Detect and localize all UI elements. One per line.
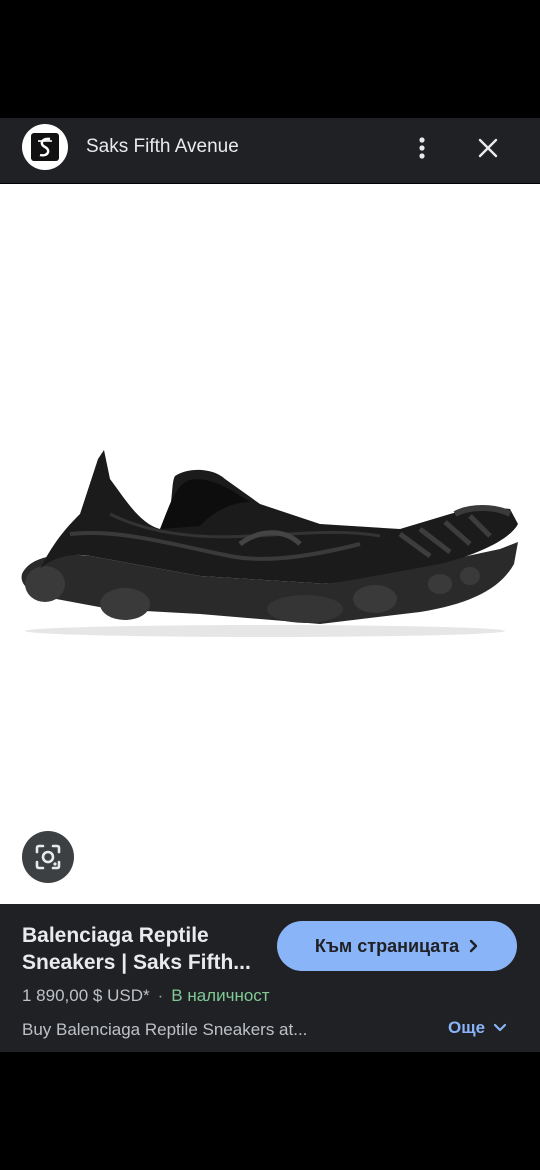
chevron-down-icon	[493, 1023, 507, 1032]
viewer-header: Saks Fifth Avenue	[0, 118, 540, 183]
site-name[interactable]: Saks Fifth Avenue	[86, 136, 239, 158]
product-title[interactable]: Balenciaga Reptile Sneakers | Saks Fifth…	[22, 922, 272, 976]
chevron-right-icon	[469, 939, 478, 953]
sneaker-image	[21, 450, 518, 637]
more-vert-icon[interactable]	[404, 130, 440, 166]
visit-page-button[interactable]: Към страницата	[277, 921, 517, 971]
more-label: Още	[448, 1018, 486, 1037]
close-icon[interactable]	[470, 130, 506, 166]
price-availability-row: 1 890,00 $ USD* · В наличност	[22, 986, 270, 1006]
saks-logo-icon[interactable]	[22, 124, 68, 170]
product-title-line-2: Sneakers | Saks Fifth...	[22, 951, 251, 974]
separator-dot: ·	[157, 986, 164, 1005]
more-button[interactable]: Още	[448, 1018, 507, 1038]
product-description: Buy Balenciaga Reptile Sneakers at...	[22, 1020, 308, 1039]
product-title-line-1: Balenciaga Reptile	[22, 924, 209, 947]
price: 1 890,00 $ USD*	[22, 986, 150, 1005]
visit-page-label: Към страницата	[314, 935, 460, 956]
product-image[interactable]	[0, 184, 540, 904]
availability-status: В наличност	[171, 986, 270, 1005]
product-info-panel: Balenciaga Reptile Sneakers | Saks Fifth…	[0, 904, 540, 1052]
google-lens-icon[interactable]	[22, 831, 74, 883]
